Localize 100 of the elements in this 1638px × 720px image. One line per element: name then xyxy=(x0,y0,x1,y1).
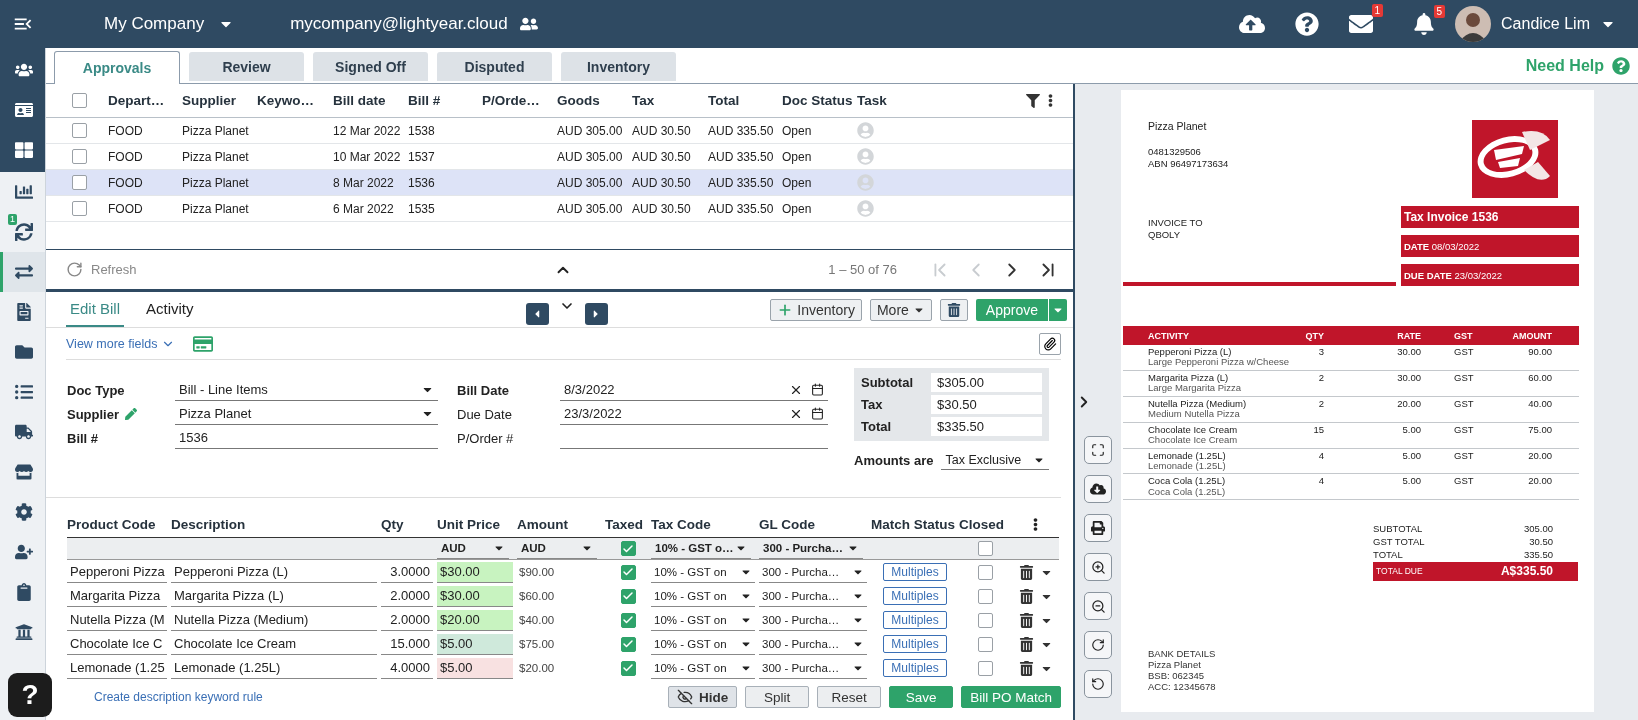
mail-button[interactable]: 1 xyxy=(1349,4,1384,36)
currency-select[interactable]: AUD xyxy=(517,538,597,559)
taxed-checkbox[interactable] xyxy=(620,541,636,556)
row-checkbox[interactable] xyxy=(71,201,87,216)
currency-select[interactable]: AUD xyxy=(437,538,509,559)
closed-checkbox[interactable] xyxy=(977,636,993,652)
taxed-checkbox[interactable] xyxy=(620,636,636,652)
tab[interactable]: Disputed xyxy=(437,52,552,81)
calendar-icon[interactable] xyxy=(811,407,824,420)
rotate-left-button[interactable] xyxy=(1084,670,1112,698)
row-checkbox[interactable] xyxy=(71,175,87,190)
fullscreen-button[interactable] xyxy=(1084,436,1112,464)
input-field[interactable]: $30.00 xyxy=(437,585,513,607)
trash-icon[interactable] xyxy=(1019,660,1034,676)
keyword-rule-link[interactable]: Create description keyword rule xyxy=(66,690,263,704)
card-icon[interactable] xyxy=(193,333,214,354)
taxed-checkbox[interactable] xyxy=(620,564,636,580)
delete-button[interactable] xyxy=(939,298,968,321)
sidebar-item[interactable] xyxy=(0,252,45,292)
input-field[interactable]: Bill - Line Items xyxy=(175,379,438,401)
tax-code-select[interactable]: 10% - GST o… xyxy=(651,538,751,559)
rotate-right-button[interactable] xyxy=(1084,631,1112,659)
tab[interactable]: Edit Bill xyxy=(66,292,125,327)
match-status-button[interactable]: Multiples xyxy=(883,563,947,581)
approve-menu-button[interactable] xyxy=(1049,298,1067,321)
help-chat-button[interactable]: ? xyxy=(8,673,52,717)
trash-icon[interactable] xyxy=(1019,636,1034,652)
column-header[interactable]: Bill date xyxy=(333,93,408,108)
previous-bill-button[interactable] xyxy=(525,303,549,325)
avatar[interactable] xyxy=(1455,6,1492,42)
match-status-button[interactable]: Multiples xyxy=(883,611,947,629)
column-header[interactable]: Supplier xyxy=(182,93,257,108)
pencil-icon[interactable] xyxy=(125,408,137,420)
print-button[interactable] xyxy=(1084,514,1112,542)
column-header[interactable]: Keywo… xyxy=(257,93,333,108)
notifications-button[interactable]: 5 xyxy=(1413,5,1446,35)
attach-button[interactable] xyxy=(1039,332,1061,355)
download-button[interactable] xyxy=(1084,475,1112,503)
match-status-button[interactable]: Multiples xyxy=(883,635,947,653)
tab[interactable]: Inventory xyxy=(561,52,676,81)
filter-icon[interactable] xyxy=(1026,93,1040,108)
gl-code-select[interactable]: 300 - Purcha… xyxy=(759,538,863,559)
column-header[interactable]: Depart… xyxy=(108,93,182,108)
column-header[interactable]: P/Orde… xyxy=(482,93,557,108)
column-header[interactable]: Task xyxy=(857,93,932,108)
calendar-icon[interactable] xyxy=(811,383,824,396)
view-more-fields-link[interactable]: View more fields xyxy=(66,336,176,351)
closed-checkbox[interactable] xyxy=(977,612,993,628)
closed-checkbox[interactable] xyxy=(977,660,993,676)
column-header[interactable]: Bill # xyxy=(408,93,482,108)
zoom-in-button[interactable] xyxy=(1084,553,1112,581)
more-button[interactable]: More xyxy=(869,298,932,321)
match-status-button[interactable]: Multiples xyxy=(883,587,947,605)
column-header[interactable]: Total xyxy=(708,93,782,108)
input-field[interactable]: $20.00 xyxy=(437,609,513,631)
table-row[interactable]: FOOD Pizza Planet 8 Mar 2022 1536 AUD 305.00 AUD 30.50 AUD 335.50 Open xyxy=(46,170,1073,196)
column-header[interactable]: Tax xyxy=(632,93,708,108)
table-cell-text: 6 Mar 2022 xyxy=(333,201,395,216)
trash-icon xyxy=(946,302,961,317)
company-selector[interactable]: My Company xyxy=(104,14,235,34)
tab[interactable]: Approvals xyxy=(54,51,180,84)
match-status-button[interactable]: Multiples xyxy=(883,659,947,677)
input-field[interactable]: 23/3/2022 xyxy=(560,403,828,425)
trash-icon[interactable] xyxy=(1019,612,1034,628)
refresh-button[interactable]: Refresh xyxy=(66,261,137,278)
column-header[interactable]: Goods xyxy=(557,93,632,108)
footer-button[interactable]: Reset xyxy=(817,686,882,708)
column-header: Match Status xyxy=(871,517,956,532)
tab[interactable]: Activity xyxy=(142,292,198,327)
column-header[interactable]: Doc Status xyxy=(782,93,857,108)
inventory-button[interactable]: Inventory xyxy=(770,298,862,321)
trash-icon[interactable] xyxy=(1019,588,1034,604)
input-field[interactable]: 1536 xyxy=(175,427,438,449)
invoice-due-date: DUE DATE 23/03/2022 xyxy=(1401,264,1579,286)
help-button[interactable] xyxy=(1295,12,1320,36)
row-checkbox[interactable] xyxy=(71,123,87,138)
tab[interactable]: Signed Off xyxy=(313,52,428,81)
amounts-select[interactable]: Tax Exclusive xyxy=(941,451,1049,470)
input-field[interactable]: $30.00 xyxy=(437,561,513,583)
input-field[interactable]: $5.00 xyxy=(437,633,513,655)
input-field[interactable]: 8/3/2022 xyxy=(560,379,828,401)
eye-off-icon xyxy=(676,689,693,705)
closed-checkbox[interactable] xyxy=(977,541,993,556)
taxed-checkbox[interactable] xyxy=(620,588,636,604)
closed-checkbox[interactable] xyxy=(977,564,993,580)
taxed-checkbox[interactable] xyxy=(620,660,636,676)
closed-checkbox[interactable] xyxy=(977,588,993,604)
footer-button[interactable]: Split xyxy=(745,686,810,708)
input-field[interactable]: Pizza Planet xyxy=(175,403,438,425)
zoom-out-button[interactable] xyxy=(1084,592,1112,620)
row-checkbox[interactable] xyxy=(71,149,87,164)
select-all-checkbox[interactable] xyxy=(71,93,87,108)
trash-icon[interactable] xyxy=(1019,564,1034,580)
store-icon xyxy=(15,463,33,481)
tab[interactable]: Review xyxy=(189,52,304,81)
input-field[interactable]: $5.00 xyxy=(437,657,513,679)
next-bill-button[interactable] xyxy=(584,303,608,325)
taxed-checkbox[interactable] xyxy=(620,612,636,628)
footer-button[interactable]: Hide xyxy=(667,686,738,708)
users-button[interactable] xyxy=(519,15,538,33)
